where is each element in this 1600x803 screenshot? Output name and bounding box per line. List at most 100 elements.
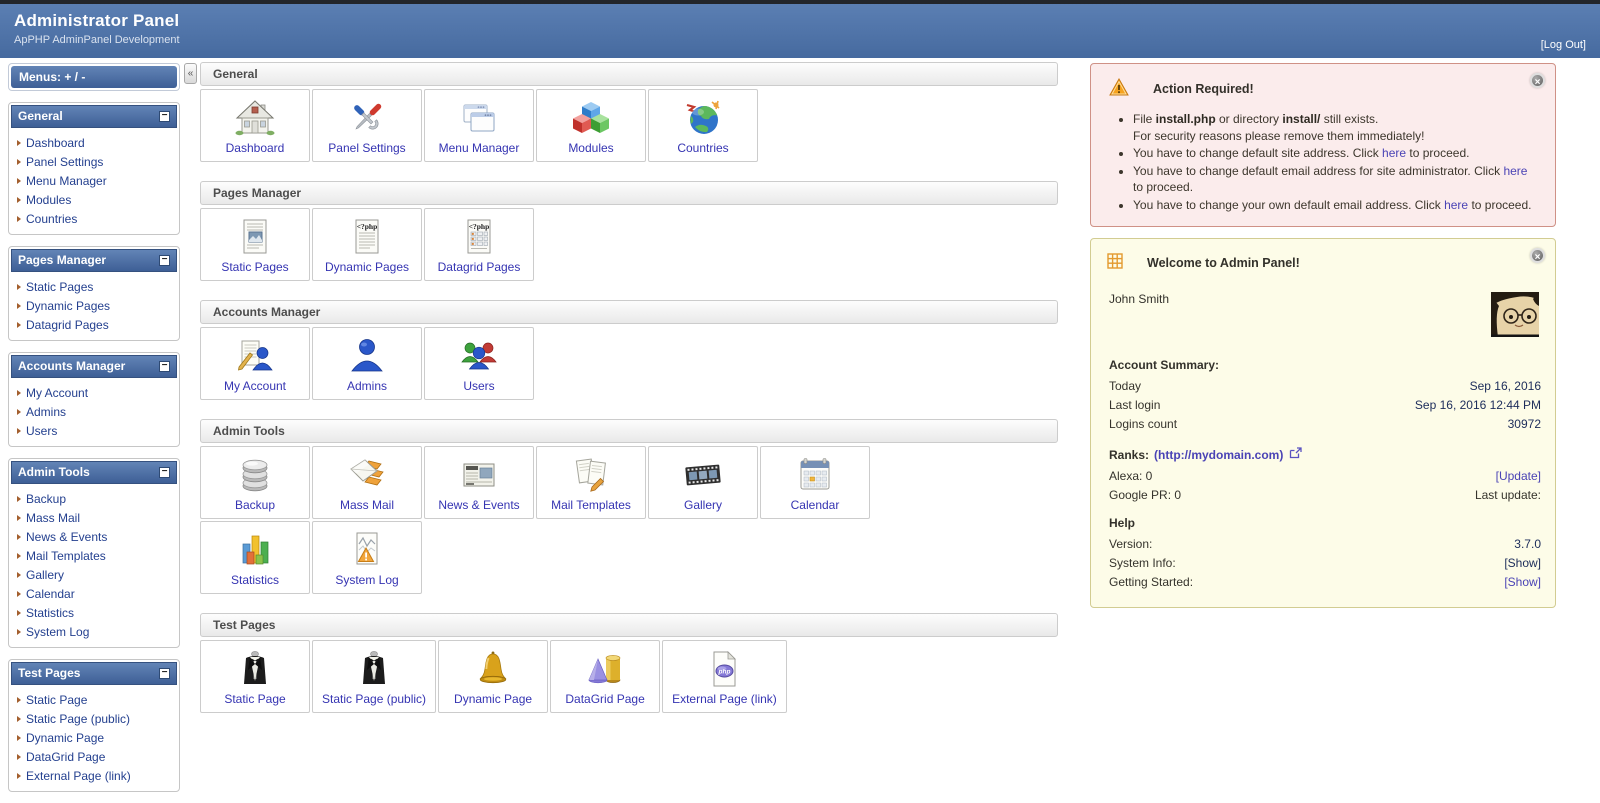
- tile-label: Mail Templates: [551, 498, 631, 512]
- tile-static-page[interactable]: Static Page: [200, 640, 310, 713]
- tile-system-log[interactable]: System Log: [312, 521, 422, 594]
- tile-mass-mail[interactable]: Mass Mail: [312, 446, 422, 519]
- bullet-arrow-icon: [17, 515, 21, 521]
- sidebar-group-header-general[interactable]: General −: [11, 105, 177, 128]
- sidebar-item-datagrid-page[interactable]: DataGrid Page: [26, 750, 105, 764]
- bullet-arrow-icon: [17, 390, 21, 396]
- tile-admins[interactable]: Admins: [312, 327, 422, 400]
- system-log-icon: [345, 526, 389, 570]
- sidebar-item-system-log[interactable]: System Log: [26, 625, 89, 639]
- collapse-minus-icon[interactable]: −: [159, 255, 170, 266]
- page-php-icon: <?php: [345, 213, 389, 257]
- tile-static-page-public[interactable]: Static Page (public): [312, 640, 436, 713]
- tile-panel-settings[interactable]: Panel Settings: [312, 89, 422, 162]
- bullet-arrow-icon: [17, 629, 21, 635]
- tools-icon: [345, 94, 389, 138]
- page-title: Administrator Panel: [14, 11, 1586, 31]
- tuxedo-icon: [352, 645, 396, 689]
- tile-static-pages[interactable]: Static Pages: [200, 208, 310, 281]
- sidebar-item-external-page-link[interactable]: External Page (link): [26, 769, 131, 783]
- collapse-minus-icon[interactable]: −: [159, 668, 170, 679]
- bullet-arrow-icon: [17, 773, 21, 779]
- tile-label: Mass Mail: [340, 498, 394, 512]
- sidebar-item-datagrid-pages[interactable]: Datagrid Pages: [26, 318, 109, 332]
- tile-dynamic-pages[interactable]: <?php Dynamic Pages: [312, 208, 422, 281]
- tile-datagrid-page[interactable]: DataGrid Page: [550, 640, 660, 713]
- tile-menu-manager[interactable]: Menu Manager: [424, 89, 534, 162]
- tile-calendar[interactable]: Calendar: [760, 446, 870, 519]
- sidebar-item-my-account[interactable]: My Account: [26, 386, 88, 400]
- sidebar-item-countries[interactable]: Countries: [26, 212, 77, 226]
- sidebar-group-title: General: [18, 109, 63, 123]
- sidebar-item-mass-mail[interactable]: Mass Mail: [26, 511, 80, 525]
- sidebar-collapse-button[interactable]: «: [184, 63, 197, 84]
- tile-gallery[interactable]: Gallery: [648, 446, 758, 519]
- sidebar-item-users[interactable]: Users: [26, 424, 57, 438]
- tile-countries[interactable]: Countries: [648, 89, 758, 162]
- sidebar-item-news-events[interactable]: News & Events: [26, 530, 107, 544]
- mail-templates-icon: [569, 451, 613, 495]
- tile-my-account[interactable]: My Account: [200, 327, 310, 400]
- menus-toggle-header[interactable]: Menus: + / -: [11, 66, 177, 88]
- database-icon: [233, 451, 277, 495]
- close-icon[interactable]: ×: [1530, 73, 1545, 88]
- sidebar-item-calendar[interactable]: Calendar: [26, 587, 75, 601]
- collapse-minus-icon[interactable]: −: [159, 361, 170, 372]
- sidebar-item-backup[interactable]: Backup: [26, 492, 66, 506]
- sidebar-item-statistics[interactable]: Statistics: [26, 606, 74, 620]
- here-link[interactable]: here: [1382, 146, 1406, 160]
- sidebar-item-panel-settings[interactable]: Panel Settings: [26, 155, 103, 169]
- external-link-icon[interactable]: [1289, 447, 1302, 462]
- tile-label: Backup: [235, 498, 275, 512]
- tile-dashboard[interactable]: Dashboard: [200, 89, 310, 162]
- tile-dynamic-page[interactable]: Dynamic Page: [438, 640, 548, 713]
- bullet-arrow-icon: [17, 610, 21, 616]
- list-item: Mass Mail: [15, 508, 173, 527]
- sidebar-item-static-page-public[interactable]: Static Page (public): [26, 712, 130, 726]
- collapse-minus-icon[interactable]: −: [159, 467, 170, 478]
- domain-link[interactable]: (http://mydomain.com): [1154, 448, 1283, 462]
- sidebar-group-header-pages-manager[interactable]: Pages Manager −: [11, 249, 177, 272]
- show-link-getting-started[interactable]: [Show]: [1504, 575, 1541, 589]
- section-header: Pages Manager: [200, 181, 1058, 205]
- sidebar: Menus: + / - General − Dashboard Panel S…: [8, 63, 180, 803]
- bullet-arrow-icon: [17, 303, 21, 309]
- sidebar-item-mail-templates[interactable]: Mail Templates: [26, 549, 106, 563]
- sidebar-item-modules[interactable]: Modules: [26, 193, 71, 207]
- sidebar-group-header-test-pages[interactable]: Test Pages −: [11, 662, 177, 685]
- collapse-minus-icon[interactable]: −: [159, 111, 170, 122]
- sidebar-item-dynamic-page[interactable]: Dynamic Page: [26, 731, 104, 745]
- here-link[interactable]: here: [1503, 164, 1527, 178]
- bullet-arrow-icon: [17, 496, 21, 502]
- tile-backup[interactable]: Backup: [200, 446, 310, 519]
- bullet-arrow-icon: [17, 553, 21, 559]
- list-item: Backup: [15, 489, 173, 508]
- list-item: Dashboard: [15, 133, 173, 152]
- update-link[interactable]: [Update]: [1496, 469, 1541, 483]
- sidebar-item-menu-manager[interactable]: Menu Manager: [26, 174, 107, 188]
- sidebar-item-static-page[interactable]: Static Page: [26, 693, 87, 707]
- tile-news-events[interactable]: News & Events: [424, 446, 534, 519]
- tile-mail-templates[interactable]: Mail Templates: [536, 446, 646, 519]
- sidebar-item-dynamic-pages[interactable]: Dynamic Pages: [26, 299, 110, 313]
- logout-link[interactable]: [Log Out]: [1541, 39, 1586, 51]
- tile-users[interactable]: Users: [424, 327, 534, 400]
- tile-datagrid-pages[interactable]: <?php Datagrid Pages: [424, 208, 534, 281]
- here-link[interactable]: here: [1444, 198, 1468, 212]
- tile-external-page-link[interactable]: php External Page (link): [662, 640, 787, 713]
- sidebar-item-gallery[interactable]: Gallery: [26, 568, 64, 582]
- sidebar-item-dashboard[interactable]: Dashboard: [26, 136, 85, 150]
- main-section-pages-manager: Pages Manager Static Pages <?php Dynamic…: [200, 181, 1058, 283]
- summary-row-today: Today Sep 16, 2016: [1109, 376, 1541, 395]
- sidebar-group-header-accounts-manager[interactable]: Accounts Manager −: [11, 355, 177, 378]
- bullet-arrow-icon: [17, 697, 21, 703]
- sidebar-item-static-pages[interactable]: Static Pages: [26, 280, 93, 294]
- show-link-system-info[interactable]: [Show]: [1504, 556, 1541, 570]
- sidebar-item-admins[interactable]: Admins: [26, 405, 66, 419]
- tile-statistics[interactable]: Statistics: [200, 521, 310, 594]
- tile-label: DataGrid Page: [565, 692, 644, 706]
- summary-row-last-login: Last login Sep 16, 2016 12:44 PM: [1109, 395, 1541, 414]
- tile-modules[interactable]: Modules: [536, 89, 646, 162]
- section-header: Accounts Manager: [200, 300, 1058, 324]
- sidebar-group-header-admin-tools[interactable]: Admin Tools −: [11, 461, 177, 484]
